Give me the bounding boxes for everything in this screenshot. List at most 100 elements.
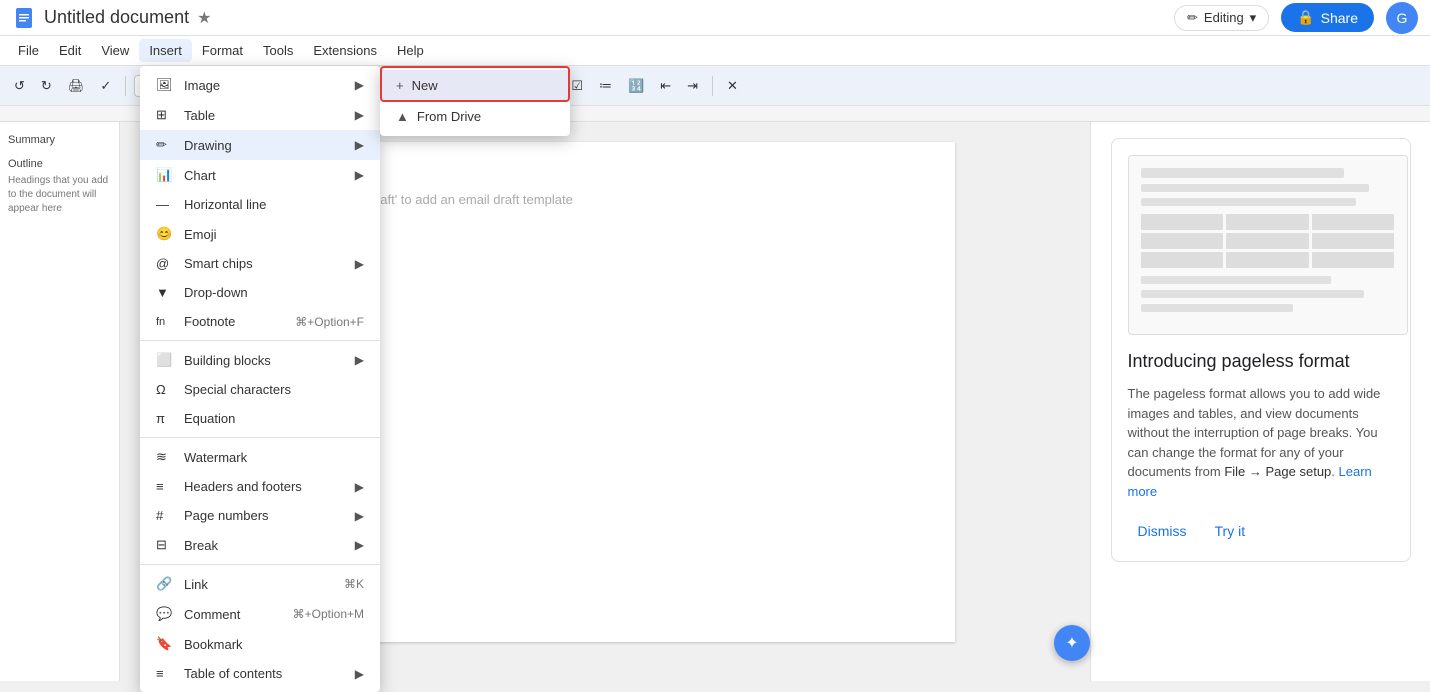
menu-item-drawing[interactable]: ✏ Drawing ▶ <box>140 130 380 160</box>
menu-item-drop-down[interactable]: ▼ Drop-down <box>140 278 380 307</box>
thumb-line-3 <box>1141 198 1357 206</box>
footnote-icon: fn <box>156 316 176 328</box>
menu-divider-3 <box>140 564 380 565</box>
panel-actions: Dismiss Try it <box>1128 517 1394 545</box>
menu-view[interactable]: View <box>91 39 139 62</box>
outline-label: Outline <box>8 158 111 170</box>
suggest-icon-glyph: ✦ <box>1065 633 1078 653</box>
thumb-cell-9 <box>1312 252 1395 268</box>
thumb-cell-5 <box>1226 233 1309 249</box>
thumb-cell-3 <box>1312 214 1395 230</box>
emoji-icon: 😊 <box>156 226 176 242</box>
comment-icon: 💬 <box>156 606 176 622</box>
table-icon: ⊞ <box>156 107 176 123</box>
menu-item-table[interactable]: ⊞ Table ▶ <box>140 100 380 130</box>
page-numbers-icon: # <box>156 508 176 523</box>
from-drive-label: From Drive <box>417 109 481 124</box>
arrow-icon: ▶ <box>355 667 364 681</box>
arrow-icon: ▶ <box>355 509 364 523</box>
menu-edit[interactable]: Edit <box>49 39 91 62</box>
avatar[interactable]: G <box>1386 2 1418 34</box>
thumb-cell-7 <box>1141 252 1224 268</box>
arrow-icon: ▶ <box>355 138 364 152</box>
toolbar-separator-1 <box>125 76 126 96</box>
menu-insert[interactable]: Insert <box>139 39 192 62</box>
chart-icon: 📊 <box>156 167 176 183</box>
menu-item-equation[interactable]: π Equation <box>140 404 380 433</box>
pencil-icon: ✏ <box>1187 10 1198 26</box>
drive-icon: ▲ <box>396 109 409 124</box>
menu-file[interactable]: File <box>8 39 49 62</box>
indent-increase-button[interactable]: ⇥ <box>681 74 704 98</box>
right-panel: Introducing pageless format The pageless… <box>1090 122 1430 681</box>
menu-item-comment[interactable]: 💬 Comment ⌘+Option+M <box>140 599 380 629</box>
drawing-submenu-new[interactable]: + New <box>380 70 570 101</box>
clear-formatting-button[interactable]: ✕ <box>721 74 744 98</box>
menu-item-chart[interactable]: 📊 Chart ▶ <box>140 160 380 190</box>
suggest-button[interactable]: ✦ <box>1054 625 1090 661</box>
menu-item-table-of-contents[interactable]: ≡ Table of contents ▶ <box>140 659 380 688</box>
spellcheck-button[interactable]: ✓ <box>94 74 117 98</box>
thumb-cell-2 <box>1226 214 1309 230</box>
menu-tools[interactable]: Tools <box>253 39 303 62</box>
thumb-cell-4 <box>1141 233 1224 249</box>
panel-thumbnail <box>1128 155 1408 335</box>
comment-shortcut: ⌘+Option+M <box>293 607 364 621</box>
menu-item-watermark[interactable]: ≋ Watermark <box>140 442 380 472</box>
try-it-button[interactable]: Try it <box>1205 517 1256 545</box>
thumb-line-6 <box>1141 304 1293 312</box>
arrow-icon: ▶ <box>355 538 364 552</box>
menu-item-emoji[interactable]: 😊 Emoji <box>140 219 380 249</box>
menu-item-link[interactable]: 🔗 Link ⌘K <box>140 569 380 599</box>
dismiss-button[interactable]: Dismiss <box>1128 517 1197 545</box>
undo-button[interactable]: ↺ <box>8 74 31 98</box>
bookmark-icon: 🔖 <box>156 636 176 652</box>
panel-card: Introducing pageless format The pageless… <box>1111 138 1411 562</box>
panel-desc: The pageless format allows you to add wi… <box>1128 384 1394 501</box>
menu-item-smart-chips[interactable]: @ Smart chips ▶ <box>140 249 380 278</box>
thumb-cell-8 <box>1226 252 1309 268</box>
print-button[interactable]: 🖨 <box>62 74 91 98</box>
drawing-icon: ✏ <box>156 137 176 153</box>
horizontal-line-icon: — <box>156 197 176 212</box>
menu-item-footnote[interactable]: fn Footnote ⌘+Option+F <box>140 307 380 336</box>
watermark-icon: ≋ <box>156 449 176 465</box>
menu-extensions[interactable]: Extensions <box>303 39 387 62</box>
doc-title: Untitled document <box>44 7 189 28</box>
menu-bar: File Edit View Insert Format Tools Exten… <box>0 36 1430 66</box>
toc-icon: ≡ <box>156 666 176 681</box>
equation-icon: π <box>156 411 176 426</box>
plus-icon: + <box>396 78 404 93</box>
smart-chips-icon: @ <box>156 256 176 271</box>
editing-mode-btn[interactable]: ✏ Editing ▾ <box>1174 5 1269 31</box>
drawing-submenu-from-drive[interactable]: ▲ From Drive <box>380 101 570 132</box>
menu-item-headers-footers[interactable]: ≡ Headers and footers ▶ <box>140 472 380 501</box>
menu-format[interactable]: Format <box>192 39 253 62</box>
menu-item-image[interactable]: 🖼 Image ▶ <box>140 70 380 100</box>
share-icon: 🔒 <box>1297 9 1314 26</box>
redo-button[interactable]: ↻ <box>35 74 58 98</box>
menu-item-building-blocks[interactable]: ⬜ Building blocks ▶ <box>140 345 380 375</box>
thumb-line-2 <box>1141 184 1370 192</box>
indent-decrease-button[interactable]: ⇤ <box>654 74 677 98</box>
insert-dropdown: 🖼 Image ▶ ⊞ Table ▶ ✏ Drawing ▶ 📊 Chart … <box>140 66 380 692</box>
star-icon[interactable]: ★ <box>197 8 211 28</box>
arrow-icon: ▶ <box>355 257 364 271</box>
menu-item-horizontal-line[interactable]: — Horizontal line <box>140 190 380 219</box>
menu-item-special-characters[interactable]: Ω Special characters <box>140 375 380 404</box>
menu-item-page-numbers[interactable]: # Page numbers ▶ <box>140 501 380 530</box>
link-shortcut: ⌘K <box>344 577 364 591</box>
chevron-down-icon: ▾ <box>1250 10 1257 26</box>
menu-item-break[interactable]: ⊟ Break ▶ <box>140 530 380 560</box>
arrow-icon: ▶ <box>355 78 364 92</box>
title-bar-actions: ✏ Editing ▾ 🔒 Share G <box>1174 2 1418 34</box>
outline-text: Headings that you add to the document wi… <box>8 174 111 216</box>
footnote-shortcut: ⌘+Option+F <box>295 315 364 329</box>
break-icon: ⊟ <box>156 537 176 553</box>
thumb-line-1 <box>1141 168 1344 178</box>
bullet-list-button[interactable]: ≔ <box>593 74 618 98</box>
menu-help[interactable]: Help <box>387 39 434 62</box>
numbered-list-button[interactable]: 🔢 <box>622 74 650 98</box>
menu-item-bookmark[interactable]: 🔖 Bookmark <box>140 629 380 659</box>
share-button[interactable]: 🔒 Share <box>1281 3 1374 32</box>
